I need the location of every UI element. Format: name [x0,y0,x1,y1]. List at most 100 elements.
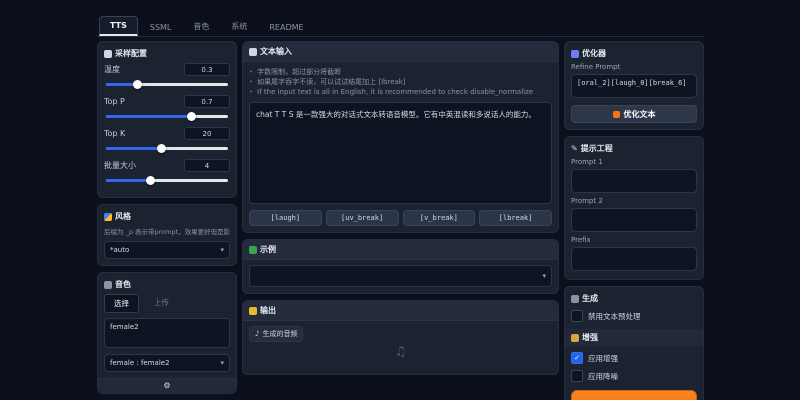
generate-header: 生成 [571,293,697,304]
refine-button-label: 优化文本 [624,109,656,120]
chevron-down-icon: ▾ [542,272,546,280]
prompt2-textarea[interactable] [571,208,697,232]
sampling-icon [104,50,112,58]
output-card: 输出 ♪ 生成的音频 ♫ [242,300,559,375]
chevron-down-icon: ▾ [220,359,224,367]
slider-row-top-p: Top P 0.7 [104,95,230,108]
output-header-strip: 输出 [243,301,558,321]
batch-size-slider-fill [106,179,150,182]
tab-ssml[interactable]: SSML [140,19,182,36]
batch-size-slider-handle[interactable] [146,176,155,185]
text-input-notes: • 字数限制，超过部分将截断 • 如果尾字吞字不读，可以试试结尾加上 [lbre… [249,67,552,97]
note-text: 字数限制，超过部分将截断 [257,67,341,77]
tab-readme[interactable]: README [259,19,313,36]
top-k-slider-handle[interactable] [157,144,166,153]
top-p-label: Top P [104,97,125,106]
examples-icon [249,246,257,254]
sampling-config-header: 采样配置 [104,48,230,59]
apply-enhance-label: 应用增强 [588,353,618,364]
token-button-lbreak[interactable]: [lbreak] [479,210,552,226]
prompt-engineering-card: ✎ 提示工程 Prompt 1 Prompt 2 Prefix [564,136,704,280]
bullet-icon: • [249,67,253,77]
temperature-slider[interactable] [106,83,228,86]
voice-tabs: 选择 上传 [104,294,230,313]
check-icon: ✓ [574,354,580,362]
sampling-title: 采样配置 [115,48,147,59]
examples-dropdown[interactable]: ▾ [249,265,552,287]
audio-label: ♪ 生成的音频 [249,326,303,342]
generate-icon [571,295,579,303]
note-text: If the input text is all in English, it … [257,87,533,97]
apply-denoise-checkbox[interactable]: ✓ [571,370,583,382]
disable-normalize-row: ✓ 禁用文本预处理 [571,310,697,322]
note-line: • 字数限制，超过部分将截断 [249,67,552,77]
prefix-textarea[interactable] [571,247,697,271]
top-p-value-input[interactable]: 0.7 [184,95,230,108]
voice-tab-select[interactable]: 选择 [104,294,139,313]
style-icon [104,213,112,221]
top-k-slider[interactable] [106,147,228,150]
tts-text-textarea[interactable]: chat T T S 是一款强大的对话式文本转语音模型。它有中英混读和多说话人的… [249,102,552,204]
apply-enhance-checkbox[interactable]: ✓ [571,352,583,364]
text-input-card: 文本输入 • 字数限制，超过部分将截断 • 如果尾字吞字不读，可以试试结尾加上 … [242,41,559,233]
refiner-title: 优化器 [582,48,606,59]
top-k-slider-fill [106,147,161,150]
text-input-icon [249,48,257,56]
token-buttons-row: [laugh] [uv_break] [v_break] [lbreak] [249,210,552,226]
batch-size-label: 批量大小 [104,160,136,171]
apply-denoise-row: ✓ 应用降噪 [571,370,697,382]
token-button-uv-break[interactable]: [uv_break] [326,210,399,226]
top-p-slider-handle[interactable] [187,112,196,121]
gear-icon[interactable]: ⚙ [163,382,170,390]
prompt1-textarea[interactable] [571,169,697,193]
generated-audio-player[interactable]: ♪ 生成的音频 ♫ [249,326,552,368]
temperature-label: 温度 [104,64,120,75]
temperature-slider-fill [106,83,137,86]
refine-prompt-value: [oral_2][laugh_0][break_6] [577,79,687,87]
token-button-laugh[interactable]: [laugh] [249,210,322,226]
audio-placeholder-icon: ♫ [395,344,407,359]
text-input-header: 文本输入 [249,46,552,57]
voice-tab-upload[interactable]: 上传 [145,294,178,313]
disable-normalize-checkbox[interactable]: ✓ [571,310,583,322]
voice-dropdown[interactable]: female : female2 ▾ [104,354,230,372]
sampling-config-card: 采样配置 温度 0.3 Top P 0.7 [97,41,237,198]
generate-title: 生成 [582,293,598,304]
generate-audio-button[interactable]: 生成音频 [571,390,697,400]
examples-card: 示例 ▾ [242,239,559,294]
voice-name-textarea[interactable]: female2 [104,318,230,348]
temperature-slider-handle[interactable] [133,80,142,89]
tab-voice[interactable]: 音色 [183,17,219,36]
slider-row-temperature: 温度 0.3 [104,63,230,76]
refine-prompt-input[interactable]: [oral_2][laugh_0][break_6] [571,74,697,98]
top-p-slider[interactable] [106,115,228,118]
voice-icon [104,281,112,289]
note-line: • If the input text is all in English, i… [249,87,552,97]
style-dropdown[interactable]: *auto ▾ [104,241,230,259]
top-k-value-input[interactable]: 20 [184,127,230,140]
tts-text-value: chat T T S 是一款强大的对话式文本转语音模型。它有中英混读和多说话人的… [256,110,536,119]
tab-system[interactable]: 系统 [221,17,257,36]
pencil-icon: ✎ [571,145,578,153]
output-icon [249,307,257,315]
batch-size-value-input[interactable]: 4 [184,159,230,172]
voice-card: 音色 选择 上传 female2 female : female2 ▾ ⚙ [97,272,237,394]
chattts-forge-app: TTS SSML 音色 系统 README 采样配置 温度 0.3 [97,16,705,400]
refine-text-button[interactable]: 优化文本 [571,105,697,123]
voice-name-value: female2 [110,323,139,331]
enhance-subheader: 增强 [565,329,703,346]
bullet-icon: • [249,77,253,87]
main-tabbar: TTS SSML 音色 系统 README [97,16,705,37]
voice-card-footer: ⚙ [98,378,236,393]
style-title: 风格 [115,211,131,222]
bullet-icon: • [249,87,253,97]
music-note-icon: ♪ [255,330,259,338]
tab-tts[interactable]: TTS [99,16,138,36]
refiner-header: 优化器 [571,48,697,59]
token-button-v-break[interactable]: [v_break] [403,210,476,226]
temperature-value-input[interactable]: 0.3 [184,63,230,76]
batch-size-slider[interactable] [106,179,228,182]
refiner-icon [571,50,579,58]
slider-row-top-k: Top K 20 [104,127,230,140]
disable-normalize-label: 禁用文本预处理 [588,311,641,322]
